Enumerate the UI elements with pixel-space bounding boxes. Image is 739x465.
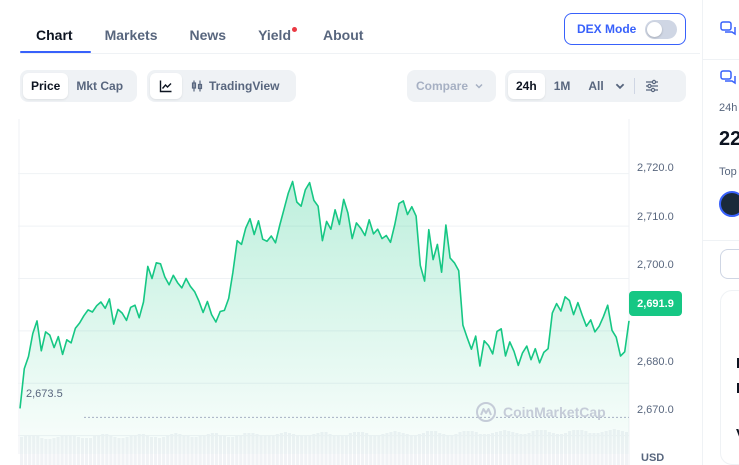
price-chart[interactable]: [18, 119, 718, 465]
sidebar-divider: [703, 240, 739, 241]
dex-mode-label: DEX Mode: [577, 22, 637, 36]
sidebar-top-label: Top: [719, 166, 737, 178]
time-range-switch: 24h 1M All: [505, 70, 686, 102]
tab-yield[interactable]: Yield: [242, 14, 307, 53]
y-tick-label: 2,720.0: [637, 162, 674, 174]
sidebar-header: [703, 0, 739, 60]
dex-mode-toggle[interactable]: DEX Mode: [564, 13, 686, 45]
tab-news[interactable]: News: [173, 14, 242, 53]
range-all-button[interactable]: All: [579, 73, 609, 99]
metric-switch: Price Mkt Cap: [20, 70, 137, 102]
candlestick-icon: [191, 80, 203, 92]
range-24h-button[interactable]: 24h: [508, 73, 545, 99]
toolbar-divider: [633, 78, 635, 94]
sidebar-button[interactable]: [720, 249, 739, 279]
range-all-label: All: [588, 79, 604, 93]
chevron-down-icon: [475, 83, 483, 89]
tab-bar: Chart Markets News Yield About: [20, 14, 379, 54]
tab-news-label: News: [189, 27, 227, 43]
min-price-label: 2,673.5: [26, 388, 63, 400]
current-price-tag: 2,691.9: [629, 291, 682, 316]
line-chart-icon: [159, 80, 172, 93]
sidebar-big-value: 22: [719, 128, 739, 150]
chart-settings-button[interactable]: [641, 73, 663, 99]
tradingview-button[interactable]: TradingView: [182, 73, 287, 99]
sliders-icon: [645, 79, 658, 93]
tradingview-label: TradingView: [209, 79, 280, 93]
y-tick-label: 2,700.0: [637, 259, 674, 271]
compare-label: Compare: [416, 79, 469, 93]
tab-about-label: About: [323, 27, 364, 43]
sidebar-divider: [702, 0, 703, 465]
price-button[interactable]: Price: [23, 73, 69, 99]
tab-about[interactable]: About: [307, 14, 379, 53]
range-1m-label: 1M: [553, 79, 571, 93]
y-tick-label: 2,680.0: [637, 356, 674, 368]
toggle-knob: [647, 22, 662, 37]
range-1m-button[interactable]: 1M: [545, 73, 580, 99]
toggle-switch[interactable]: [645, 20, 677, 39]
tab-markets-label: Markets: [104, 27, 158, 43]
notification-dot: [292, 27, 297, 32]
tab-markets[interactable]: Markets: [89, 14, 174, 53]
tab-chart-label: Chart: [36, 27, 73, 43]
y-tick-label: 2,710.0: [637, 211, 674, 223]
chat-icon[interactable]: [720, 20, 736, 36]
watermark: CoinMarketCap: [475, 401, 606, 423]
tab-chart[interactable]: Chart: [20, 14, 89, 53]
chart-view-switch: TradingView: [147, 70, 296, 102]
market-cap-button-label: Mkt Cap: [76, 79, 124, 93]
currency-label: USD: [641, 452, 665, 464]
y-tick-label: 2,670.0: [637, 404, 674, 416]
range-24h-label: 24h: [516, 79, 537, 93]
coinmarketcap-logo-icon: [476, 402, 496, 422]
price-button-label: Price: [31, 79, 61, 93]
sidebar-24h-label: 24h: [719, 102, 738, 114]
chat-icon[interactable]: [720, 69, 736, 85]
chevron-down-icon: [615, 83, 624, 90]
compare-dropdown[interactable]: Compare: [407, 70, 496, 102]
avatar[interactable]: [719, 191, 739, 217]
tab-divider: [20, 53, 700, 54]
active-tab-indicator: [20, 51, 91, 53]
line-chart-button[interactable]: [150, 73, 182, 99]
tab-yield-label: Yield: [258, 27, 291, 43]
range-more-button[interactable]: [610, 73, 630, 99]
watermark-text: CoinMarketCap: [503, 404, 606, 420]
market-cap-button[interactable]: Mkt Cap: [68, 73, 131, 99]
